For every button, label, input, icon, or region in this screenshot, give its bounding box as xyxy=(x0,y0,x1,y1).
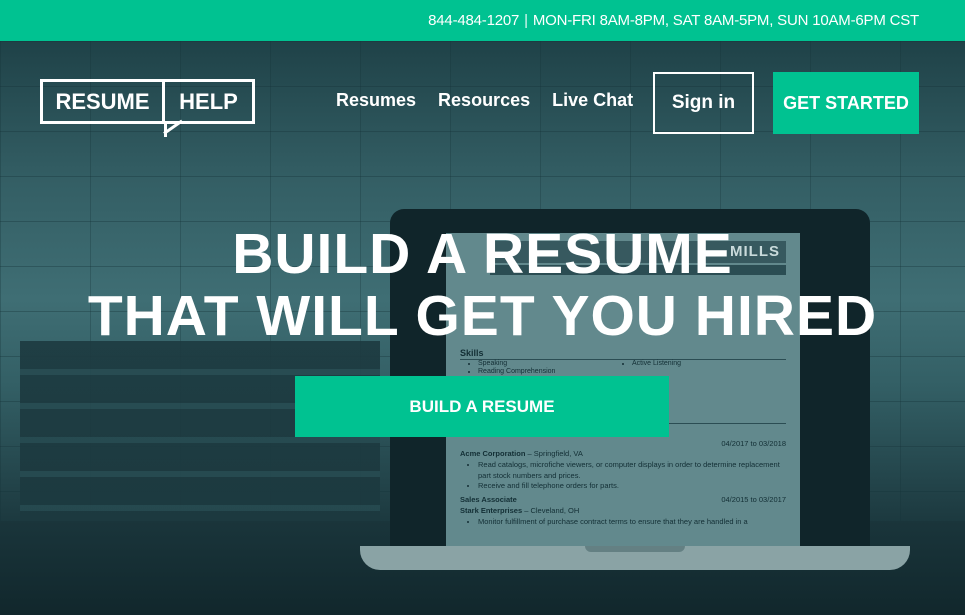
job-dates: 04/2017 to 03/2018 xyxy=(721,439,786,448)
job-bullets: Monitor fulfillment of purchase contract… xyxy=(460,517,786,528)
business-hours: MON-FRI 8AM-8PM, SAT 8AM-5PM, SUN 10AM-6… xyxy=(532,12,919,29)
job-location: – Springfield, VA xyxy=(525,449,583,458)
nav-resumes[interactable]: Resumes xyxy=(336,90,416,111)
job-company-line: Stark Enterprises – Cleveland, OH xyxy=(460,506,786,517)
nav-resources[interactable]: Resources xyxy=(438,90,530,111)
job-bullet: Monitor fulfillment of purchase contract… xyxy=(478,517,786,528)
job-dates: 04/2015 to 03/2017 xyxy=(721,495,786,504)
headline-line-2: THAT WILL GET YOU HIRED xyxy=(87,284,878,348)
build-resume-button[interactable]: BUILD A RESUME xyxy=(295,376,669,437)
skill-item: Reading Comprehension xyxy=(478,368,632,376)
hero-headline: BUILD A RESUME THAT WILL GET YOU HIRED xyxy=(0,223,965,347)
sign-in-button[interactable]: Sign in xyxy=(653,72,754,134)
logo-text-help: HELP xyxy=(179,88,238,114)
job-location: – Cleveland, OH xyxy=(522,506,580,515)
hero-section: MILLS Skills Speaking Active Listening R… xyxy=(0,41,965,615)
main-nav: Resumes Resources Live Chat xyxy=(336,90,633,111)
job-company-line: Acme Corporation – Springfield, VA xyxy=(460,449,786,460)
laptop-base xyxy=(360,546,910,570)
job-company: Stark Enterprises xyxy=(460,506,523,515)
get-started-button[interactable]: GET STARTED xyxy=(773,72,919,134)
resume-skills-heading: Skills xyxy=(460,348,786,360)
job-row: Sales Associate 04/2015 to 03/2017 xyxy=(460,495,786,506)
separator: | xyxy=(524,12,528,29)
top-info-bar: 844-484-1207 | MON-FRI 8AM-8PM, SAT 8AM-… xyxy=(0,0,965,41)
job-title: Sales Associate xyxy=(460,495,517,504)
phone-number[interactable]: 844-484-1207 xyxy=(428,12,519,29)
headline-line-1: BUILD A RESUME xyxy=(232,222,733,286)
nav-live-chat[interactable]: Live Chat xyxy=(552,90,633,111)
job-company: Acme Corporation xyxy=(460,449,526,458)
resume-skills: Speaking Active Listening Reading Compre… xyxy=(460,360,786,376)
logo-text-resume: RESUME xyxy=(43,82,165,121)
skill-item: Active Listening xyxy=(632,360,786,368)
job-bullets: Read catalogs, microfiche viewers, or co… xyxy=(460,460,786,492)
job-bullet: Receive and fill telephone orders for pa… xyxy=(478,481,786,492)
job-bullet: Read catalogs, microfiche viewers, or co… xyxy=(478,460,786,481)
resume-help-logo[interactable]: RESUME HELP xyxy=(40,79,255,137)
skill-item: Speaking xyxy=(478,360,632,368)
job-dates-row: 04/2017 to 03/2018 xyxy=(460,439,786,450)
